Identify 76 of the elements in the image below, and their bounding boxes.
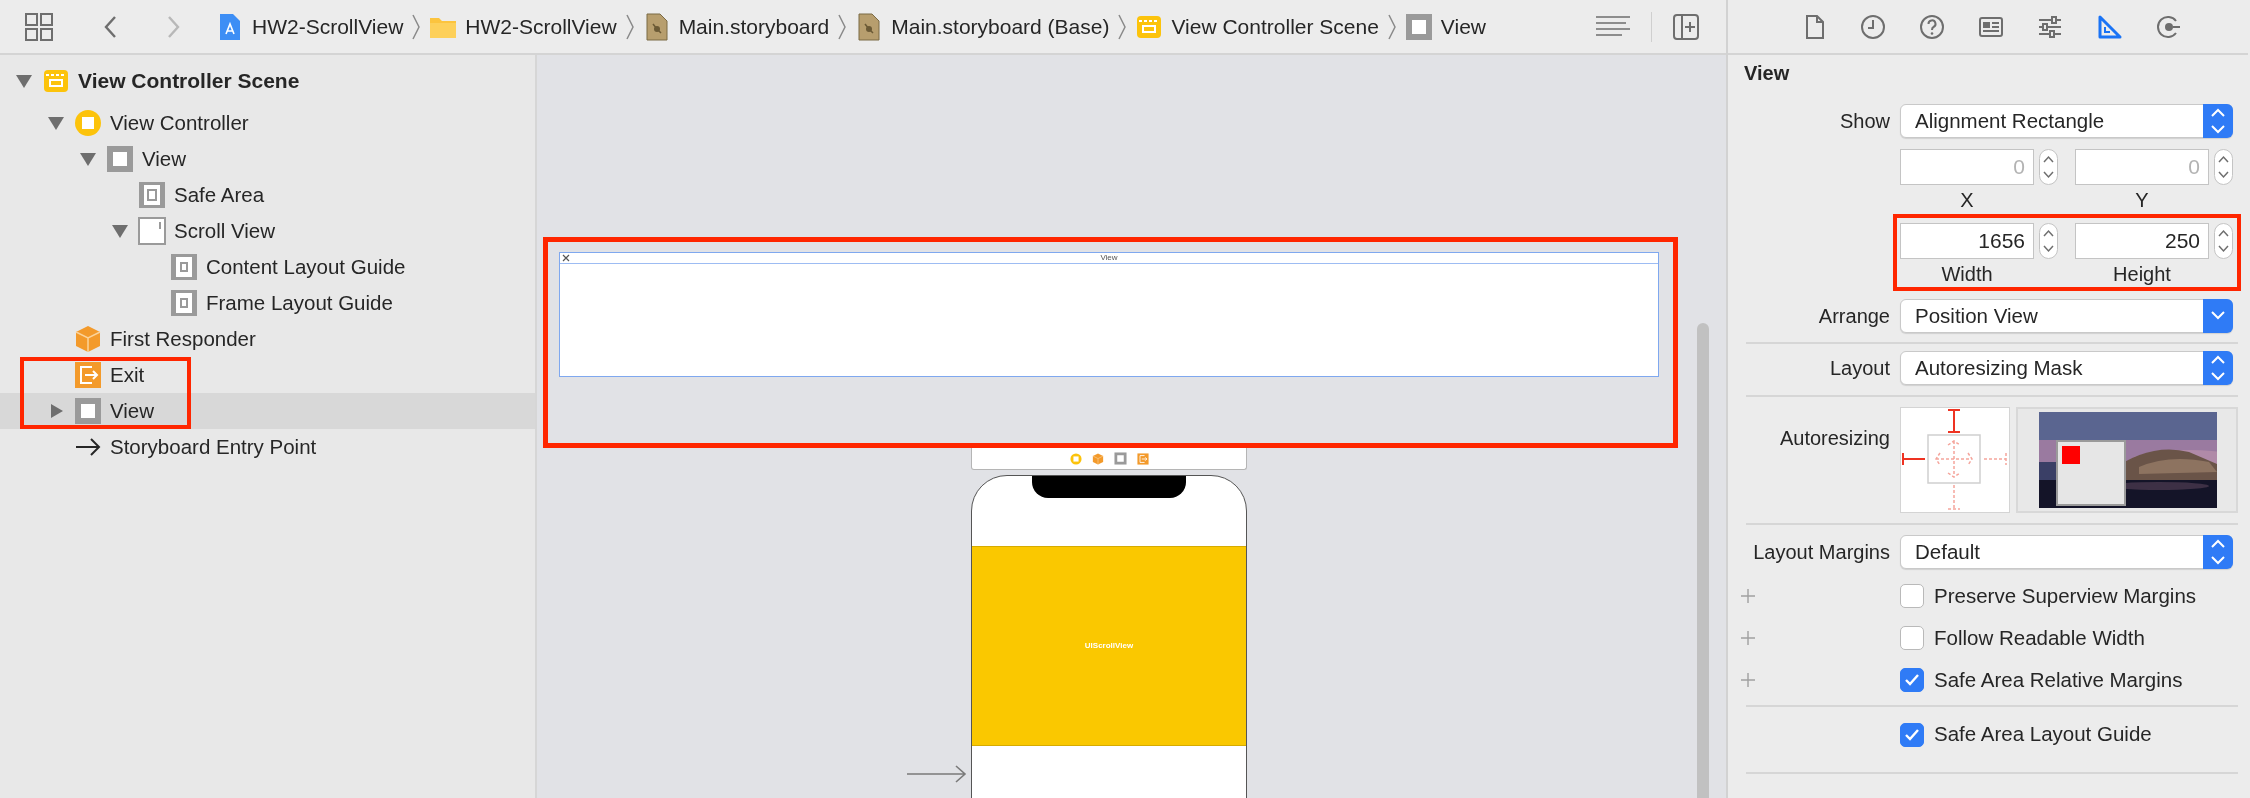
stepper[interactable]	[2039, 223, 2058, 259]
safe-area-icon	[138, 181, 166, 209]
scrollbar[interactable]	[1697, 323, 1709, 798]
field-caption: X	[1959, 188, 1975, 213]
field-label: Autoresizing	[1778, 426, 1890, 451]
breadcrumb-item[interactable]: Main.storyboard	[674, 10, 834, 43]
breadcrumb-separator-icon	[411, 13, 422, 40]
stepper[interactable]	[2214, 149, 2233, 185]
view-icon[interactable]	[1113, 452, 1127, 465]
layout-guide-icon	[170, 289, 198, 317]
entry-point-arrow	[906, 764, 968, 784]
view-icon	[74, 397, 102, 425]
breadcrumb-separator-icon	[1117, 13, 1128, 40]
outline-row[interactable]: Safe Area	[0, 177, 535, 213]
checkbox-label: Follow Readable Width	[1934, 624, 2145, 651]
add-editor-icon[interactable]	[1672, 12, 1700, 41]
breadcrumb-item[interactable]: HW2-ScrollView	[248, 10, 408, 43]
section-title: View	[1743, 61, 1791, 86]
floating-view[interactable]: View	[559, 252, 1659, 377]
outline-row[interactable]: First Responder	[0, 321, 535, 357]
dropdown[interactable]: Position View	[1900, 299, 2233, 333]
view-controller-icon	[74, 109, 102, 137]
view-icon	[1404, 12, 1433, 41]
view-title: View	[1100, 253, 1118, 263]
cube-icon[interactable]	[1091, 452, 1104, 465]
stepper[interactable]	[2214, 223, 2233, 259]
dropdown[interactable]: Alignment Rectangle	[1900, 104, 2233, 138]
field-caption: Width	[1940, 262, 1994, 287]
breadcrumb-separator-icon	[1386, 13, 1397, 40]
checkbox-label: Safe Area Layout Guide	[1934, 721, 2152, 748]
number-field[interactable]: 250	[2075, 223, 2209, 259]
outline-row[interactable]: Content Layout Guide	[0, 249, 535, 285]
exit-icon[interactable]	[1136, 452, 1149, 465]
field-caption: Y	[2134, 188, 2150, 213]
stepper[interactable]	[2039, 149, 2058, 185]
clock-icon[interactable]	[1859, 12, 1887, 41]
outline-row[interactable]: View Controller Scene	[0, 57, 535, 105]
outline-row[interactable]: Scroll View	[0, 213, 535, 249]
number-field[interactable]: 1656	[1900, 223, 2034, 259]
field-label: Layout Margins	[1752, 540, 1890, 565]
field-label: Show	[1838, 109, 1890, 134]
breadcrumb-item[interactable]: Main.storyboard (Base)	[887, 10, 1114, 43]
breadcrumb-item[interactable]: HW2-ScrollView	[461, 10, 621, 43]
dropdown[interactable]: Default	[1900, 535, 2233, 569]
breadcrumb-item[interactable]: View Controller Scene	[1167, 10, 1383, 43]
close-icon[interactable]	[562, 254, 570, 262]
view-icon	[106, 145, 134, 173]
checkmark-icon	[1904, 727, 1920, 742]
field-caption: Height	[2112, 262, 2172, 287]
outline-row[interactable]: View	[0, 141, 535, 177]
scroll-view-icon	[138, 217, 166, 245]
outline-row[interactable]: Exit	[0, 357, 535, 393]
outline-row[interactable]: Frame Layout Guide	[0, 285, 535, 321]
cube-icon	[74, 325, 102, 353]
checkbox-label: Safe Area Relative Margins	[1934, 666, 2183, 693]
checkbox[interactable]	[1900, 722, 1924, 747]
breadcrumb-separator-icon	[624, 13, 635, 40]
related-items-icon[interactable]	[24, 11, 54, 42]
checkmark-icon	[1904, 672, 1920, 687]
scene-icon	[42, 67, 70, 95]
checkbox-label: Preserve Superview Margins	[1934, 583, 2197, 609]
help-icon[interactable]	[1918, 12, 1946, 41]
checkbox[interactable]	[1900, 667, 1924, 692]
checkbox[interactable]	[1900, 584, 1924, 609]
breadcrumb-item[interactable]: View	[1436, 10, 1490, 43]
breadcrumb-separator-icon	[837, 13, 848, 40]
view-indicator	[2062, 446, 2080, 464]
dropdown[interactable]: Autoresizing Mask	[1900, 351, 2233, 385]
layout-guide-icon	[170, 253, 198, 281]
exit-icon	[74, 361, 102, 389]
outline-row[interactable]: View Controller	[0, 105, 535, 141]
field-label: Arrange	[1817, 304, 1890, 329]
checkbox[interactable]	[1900, 626, 1924, 651]
outline-row[interactable]: View	[0, 393, 535, 429]
field-label: Layout	[1828, 356, 1890, 381]
outline-row[interactable]: Storyboard Entry Point	[0, 429, 535, 465]
